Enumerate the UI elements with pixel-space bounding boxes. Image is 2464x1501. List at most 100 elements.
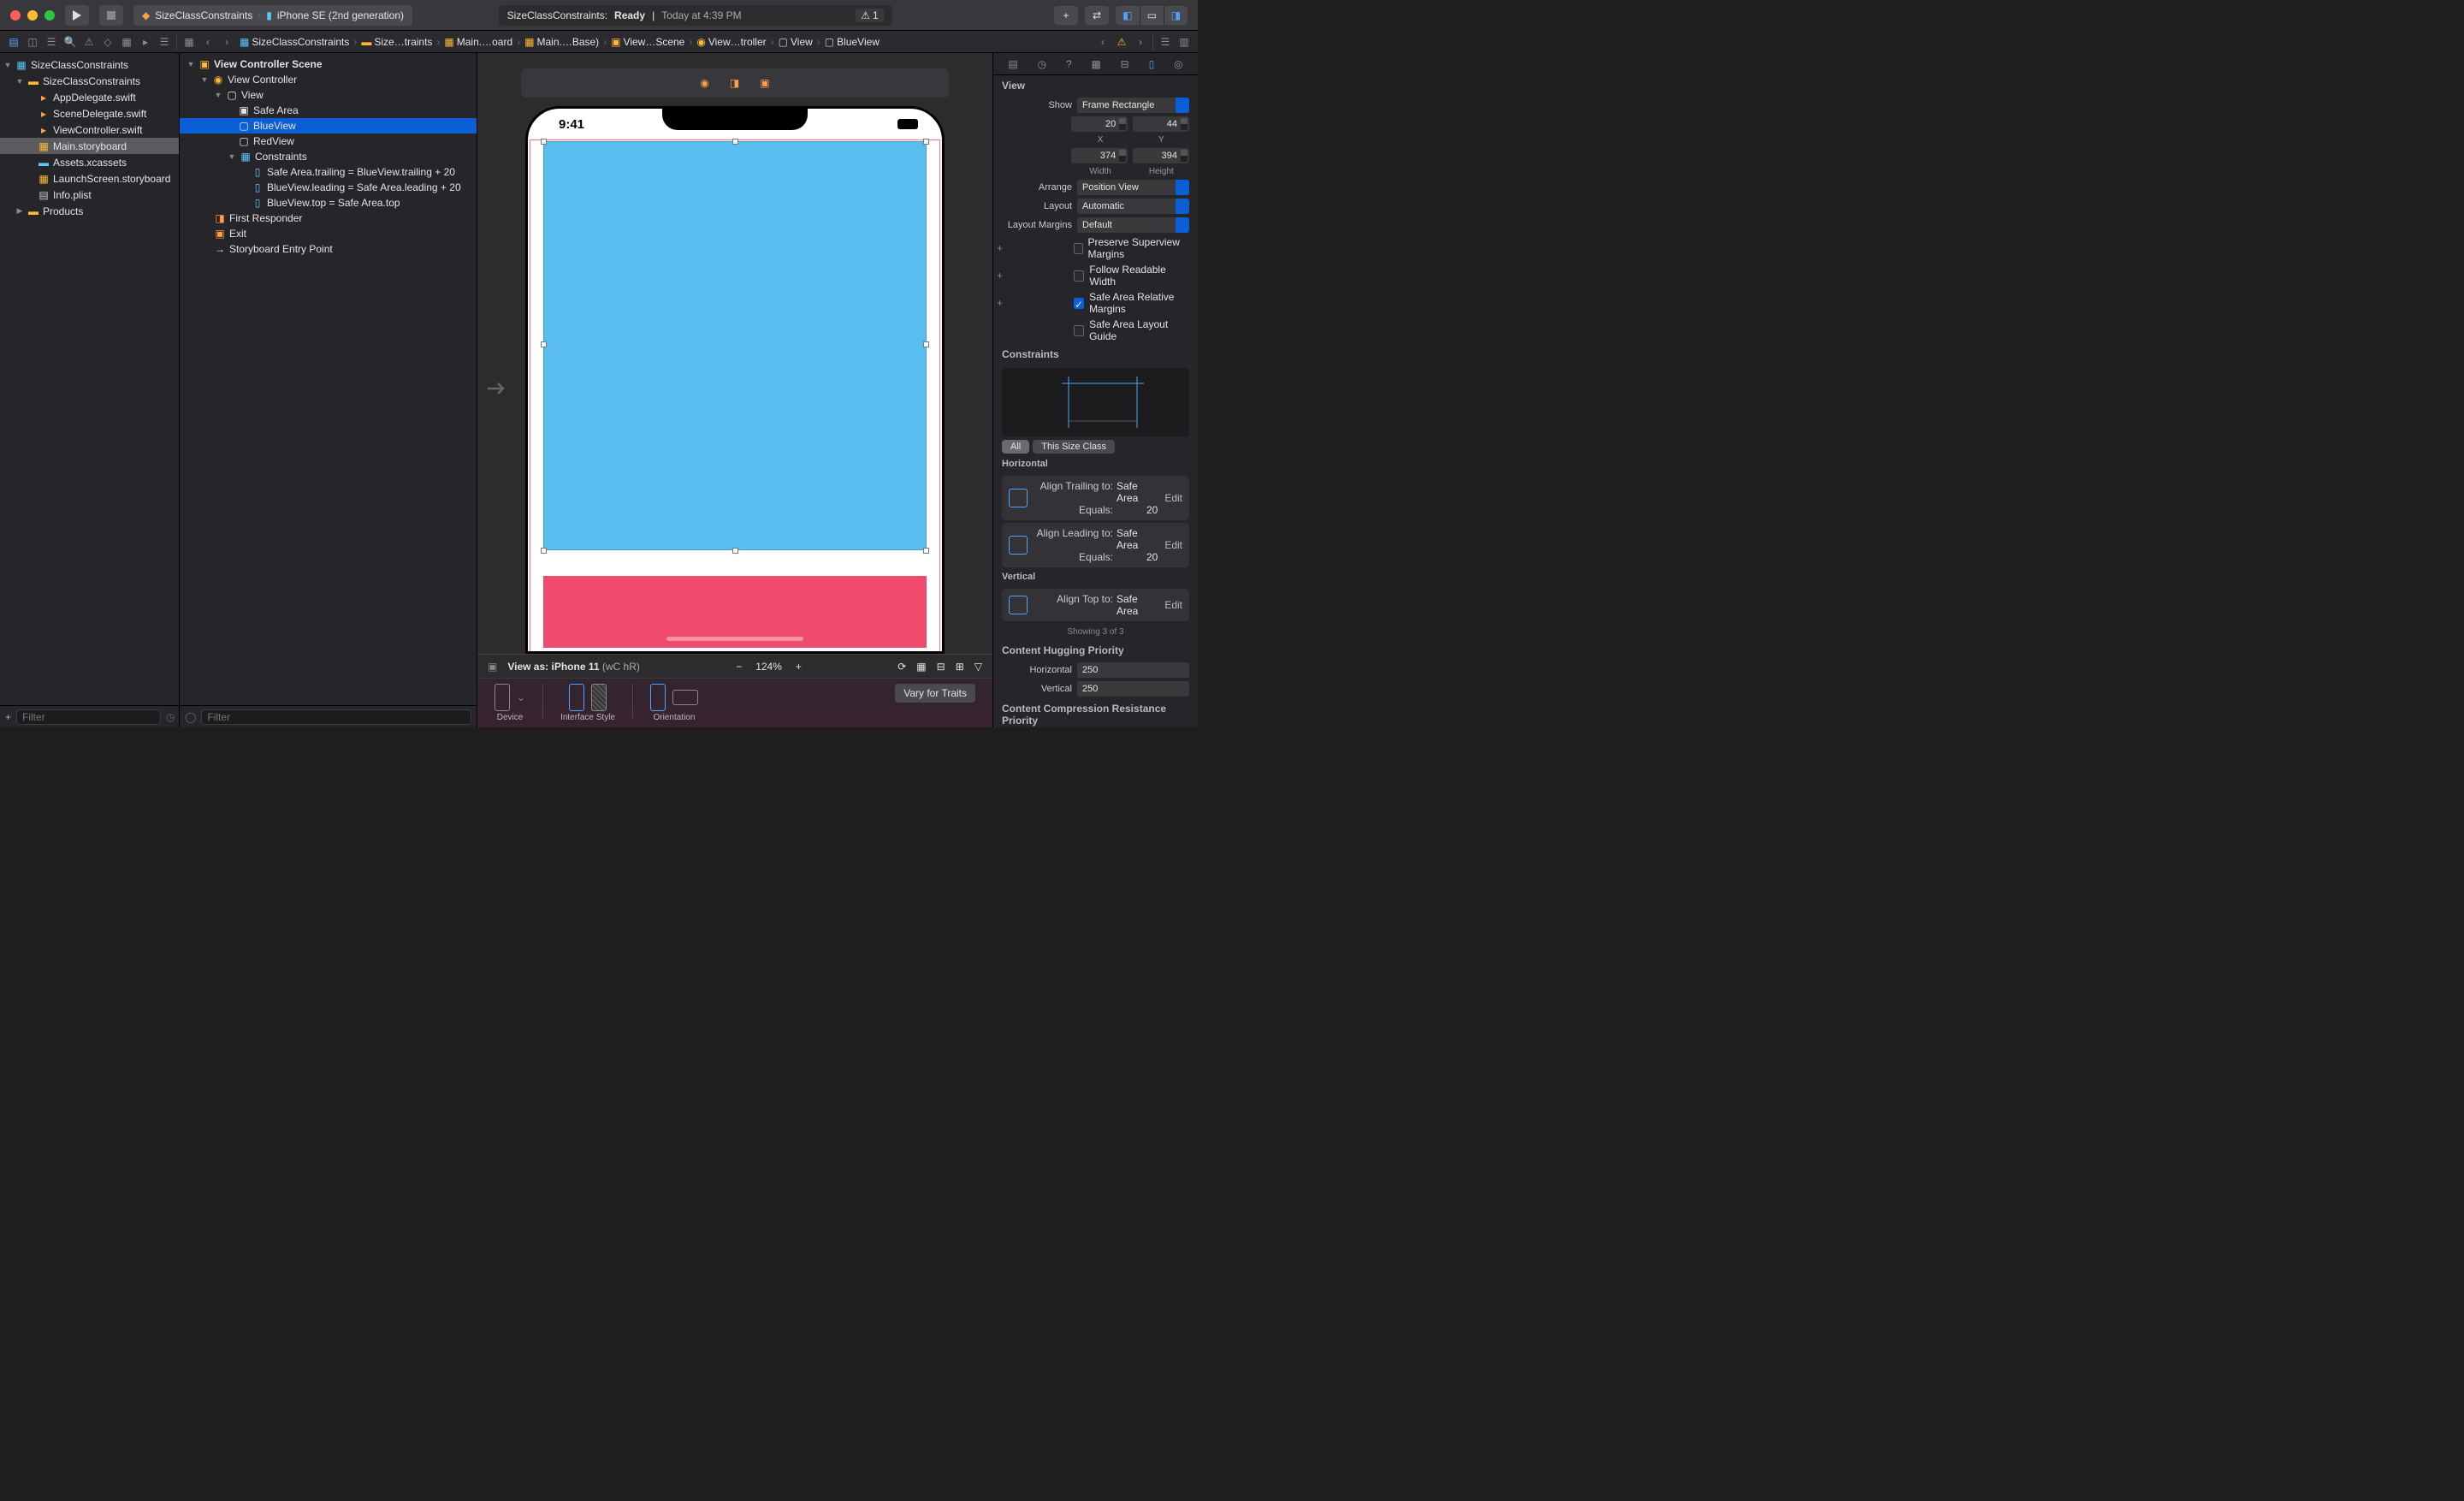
- red-view[interactable]: [543, 576, 927, 648]
- constraint-card[interactable]: Align Leading to:Safe AreaEquals:20Edit: [1002, 523, 1189, 567]
- outline-row[interactable]: ▼▦Constraints: [180, 149, 477, 164]
- resize-handle[interactable]: [732, 139, 738, 145]
- minimize-icon[interactable]: [27, 10, 38, 21]
- breakpoint-nav-icon[interactable]: ▸: [137, 33, 154, 50]
- constraints-all-tab[interactable]: All: [1002, 440, 1029, 454]
- tree-row[interactable]: ▸ViewController.swift: [0, 122, 179, 138]
- toggle-navigator[interactable]: ◧: [1116, 6, 1140, 25]
- scheme-selector[interactable]: ◆ SizeClassConstraints › ▮ iPhone SE (2n…: [133, 5, 412, 26]
- constraints-diagram[interactable]: [1002, 368, 1189, 436]
- toggle-debug[interactable]: ▭: [1140, 6, 1164, 25]
- safe-area-guide-checkbox[interactable]: [1074, 325, 1084, 336]
- constraint-card[interactable]: Align Trailing to:Safe AreaEquals:20Edit: [1002, 476, 1189, 520]
- outline-row[interactable]: ▣Safe Area: [180, 103, 477, 118]
- forward-button[interactable]: ›: [218, 33, 235, 50]
- resize-handle[interactable]: [923, 548, 929, 554]
- outline-constraint[interactable]: ▯Safe Area.trailing = BlueView.trailing …: [180, 164, 477, 180]
- outline-row[interactable]: ◨First Responder: [180, 211, 477, 226]
- connections-inspector-tab[interactable]: ◎: [1174, 58, 1182, 70]
- canvas[interactable]: ◉ ◨ ▣ 9:41 ▣ View as:: [477, 53, 992, 727]
- blue-view[interactable]: [543, 141, 927, 550]
- clock-icon[interactable]: ◷: [166, 711, 175, 723]
- outline-filter-input[interactable]: [201, 709, 471, 725]
- resize-handle[interactable]: [541, 341, 547, 347]
- test-nav-icon[interactable]: ◇: [99, 33, 116, 50]
- related-items-icon[interactable]: ▦: [181, 33, 198, 50]
- identity-inspector-tab[interactable]: ▦: [1091, 58, 1100, 70]
- symbol-nav-icon[interactable]: ☰: [43, 33, 60, 50]
- x-field[interactable]: 20: [1071, 116, 1128, 132]
- add-variation-button[interactable]: +: [997, 297, 1003, 309]
- issue-nav-icon[interactable]: ⚠: [80, 33, 98, 50]
- add-editor-icon[interactable]: ▥: [1176, 33, 1193, 50]
- edit-button[interactable]: Edit: [1164, 539, 1182, 551]
- vary-for-traits-button[interactable]: Vary for Traits: [895, 684, 975, 703]
- embed-icon[interactable]: ▦: [916, 661, 926, 673]
- resize-handle[interactable]: [923, 341, 929, 347]
- tree-row[interactable]: ▸SceneDelegate.swift: [0, 105, 179, 122]
- height-field[interactable]: 394: [1133, 148, 1189, 163]
- preserve-margins-checkbox[interactable]: [1074, 243, 1083, 254]
- filter-input[interactable]: [16, 709, 161, 725]
- update-frames-icon[interactable]: ⟳: [897, 661, 906, 673]
- readable-width-checkbox[interactable]: [1074, 270, 1084, 282]
- back-button[interactable]: ‹: [199, 33, 216, 50]
- orientation-selector[interactable]: Orientation: [650, 684, 698, 722]
- edit-button[interactable]: Edit: [1164, 599, 1182, 611]
- add-variation-button[interactable]: +: [997, 242, 1003, 254]
- exit-dock-icon[interactable]: ▣: [760, 77, 769, 89]
- edit-button[interactable]: Edit: [1164, 492, 1182, 504]
- code-review-button[interactable]: ⇄: [1085, 6, 1109, 25]
- outline-row[interactable]: ▼◉View Controller: [180, 72, 477, 87]
- tree-row[interactable]: ▼▦SizeClassConstraints: [0, 56, 179, 73]
- vc-dock-icon[interactable]: ◉: [700, 77, 708, 89]
- outline-constraint[interactable]: ▯BlueView.top = Safe Area.top: [180, 195, 477, 211]
- tree-row[interactable]: ▤Info.plist: [0, 187, 179, 203]
- add-variation-button[interactable]: +: [997, 270, 1003, 282]
- safe-area-margins-checkbox[interactable]: ✓: [1074, 298, 1084, 309]
- constraint-card[interactable]: Align Top to:Safe AreaEdit: [1002, 589, 1189, 621]
- device-selector[interactable]: ⌄ Device: [495, 684, 525, 722]
- help-inspector-tab[interactable]: ?: [1066, 58, 1072, 70]
- outline-constraint[interactable]: ▯BlueView.leading = Safe Area.leading + …: [180, 180, 477, 195]
- zoom-icon[interactable]: [44, 10, 55, 21]
- align-icon[interactable]: ⊟: [937, 661, 945, 673]
- find-nav-icon[interactable]: 🔍: [62, 33, 79, 50]
- next-issue-icon[interactable]: ›: [1132, 33, 1149, 50]
- tree-row[interactable]: ▦LaunchScreen.storyboard: [0, 170, 179, 187]
- history-inspector-tab[interactable]: ◷: [1038, 58, 1046, 70]
- show-select[interactable]: Frame Rectangle: [1077, 98, 1189, 113]
- margins-select[interactable]: Default: [1077, 217, 1189, 233]
- outline-row[interactable]: ▢RedView: [180, 133, 477, 149]
- run-button[interactable]: [65, 5, 89, 26]
- zoom-out-button[interactable]: −: [736, 661, 742, 673]
- file-inspector-tab[interactable]: ▤: [1008, 58, 1017, 70]
- arrange-select[interactable]: Position View: [1077, 180, 1189, 195]
- issue-icon[interactable]: ⚠: [1113, 33, 1130, 50]
- outline-row[interactable]: →Storyboard Entry Point: [180, 241, 477, 257]
- resize-handle[interactable]: [541, 139, 547, 145]
- resize-handle[interactable]: [541, 548, 547, 554]
- project-nav-icon[interactable]: ▤: [5, 33, 22, 50]
- tree-row-selected[interactable]: ▦Main.storyboard: [0, 138, 179, 154]
- debug-nav-icon[interactable]: ▦: [118, 33, 135, 50]
- view-as-label[interactable]: View as: iPhone 11 (wC hR): [507, 661, 640, 673]
- zoom-in-button[interactable]: +: [796, 661, 802, 673]
- width-field[interactable]: 374: [1071, 148, 1128, 163]
- close-icon[interactable]: [10, 10, 21, 21]
- tree-row[interactable]: ▼▬SizeClassConstraints: [0, 73, 179, 89]
- hug-h-field[interactable]: 250: [1077, 662, 1189, 678]
- outline-scene-header[interactable]: ▼▣View Controller Scene: [180, 56, 477, 72]
- tree-row[interactable]: ▸AppDelegate.swift: [0, 89, 179, 105]
- size-inspector-tab[interactable]: ▯: [1149, 58, 1155, 70]
- outline-toggle-icon[interactable]: ▣: [488, 661, 497, 673]
- warning-indicator[interactable]: ⚠ 1: [856, 9, 883, 22]
- toggle-inspector[interactable]: ◨: [1164, 6, 1188, 25]
- hug-v-field[interactable]: 250: [1077, 681, 1189, 697]
- stop-button[interactable]: [99, 5, 123, 26]
- library-button[interactable]: +: [1054, 6, 1078, 25]
- adjust-editor-icon[interactable]: ☰: [1157, 33, 1174, 50]
- appearance-selector[interactable]: Interface Style: [560, 684, 615, 722]
- layout-select[interactable]: Automatic: [1077, 199, 1189, 214]
- resize-handle[interactable]: [732, 548, 738, 554]
